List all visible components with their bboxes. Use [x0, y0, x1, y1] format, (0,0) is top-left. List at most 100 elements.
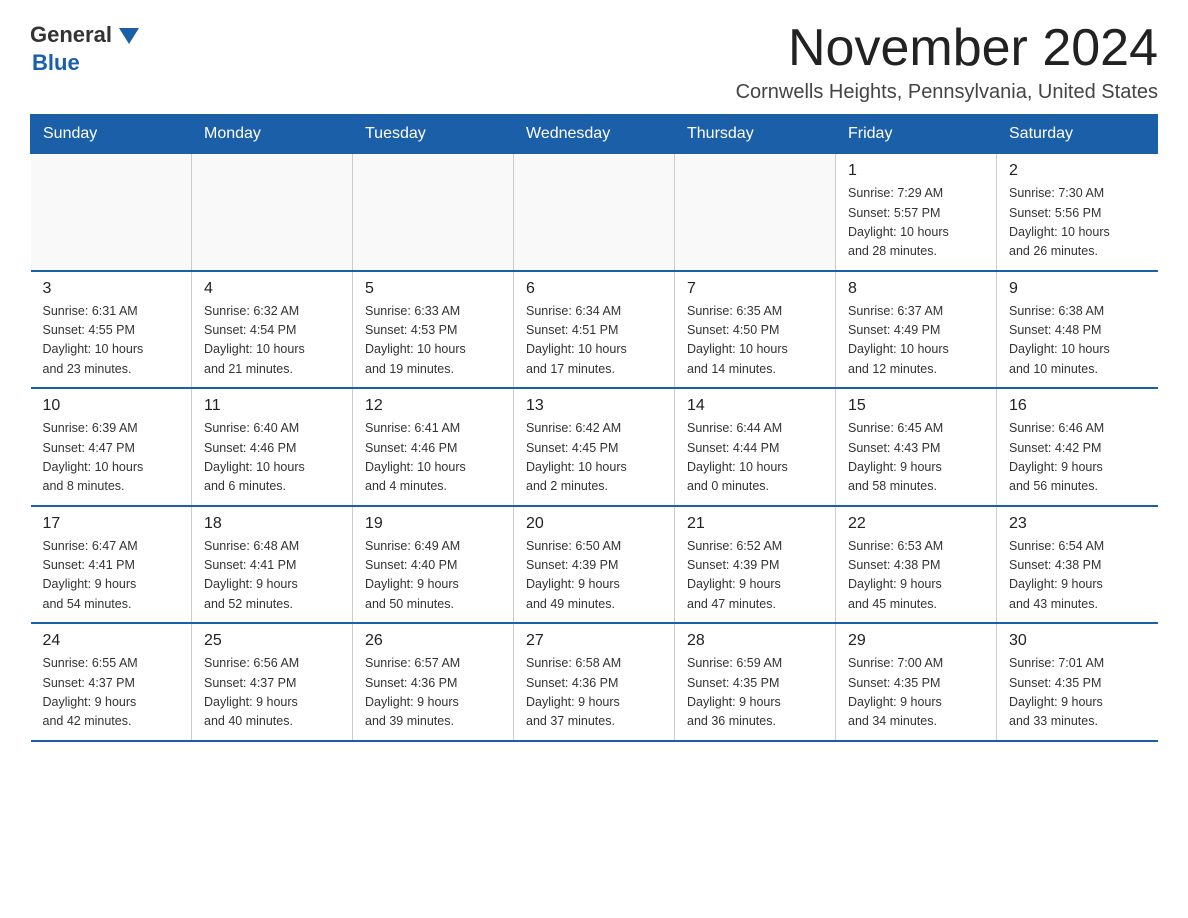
day-info: Sunrise: 7:29 AM Sunset: 5:57 PM Dayligh… [848, 184, 984, 262]
month-title: November 2024 [736, 20, 1158, 77]
day-info: Sunrise: 6:50 AM Sunset: 4:39 PM Dayligh… [526, 537, 662, 615]
calendar-week-row: 10 Sunrise: 6:39 AM Sunset: 4:47 PM Dayli… [31, 388, 1158, 506]
day-number: 30 [1009, 632, 1146, 650]
calendar-cell: 20 Sunrise: 6:50 AM Sunset: 4:39 PM Dayli… [514, 506, 675, 624]
day-number: 12 [365, 397, 501, 415]
calendar-cell: 15Sunrise: 6:45 AM Sunset: 4:43 PM Dayli… [836, 388, 997, 506]
location-text: Cornwells Heights, Pennsylvania, United … [736, 81, 1158, 104]
calendar-cell: 19Sunrise: 6:49 AM Sunset: 4:40 PM Dayli… [353, 506, 514, 624]
day-info: Sunrise: 6:37 AM Sunset: 4:49 PM Dayligh… [848, 302, 984, 380]
day-number: 7 [687, 280, 823, 298]
day-info: Sunrise: 6:47 AM Sunset: 4:41 PM Dayligh… [43, 537, 180, 615]
calendar-cell: 7Sunrise: 6:35 AM Sunset: 4:50 PM Daylig… [675, 271, 836, 389]
day-number: 28 [687, 632, 823, 650]
calendar-cell: 29Sunrise: 7:00 AM Sunset: 4:35 PM Dayli… [836, 623, 997, 741]
calendar-cell: 13 Sunrise: 6:42 AM Sunset: 4:45 PM Dayli… [514, 388, 675, 506]
calendar-cell: 8Sunrise: 6:37 AM Sunset: 4:49 PM Daylig… [836, 271, 997, 389]
day-number: 1 [848, 162, 984, 180]
calendar-cell: 17 Sunrise: 6:47 AM Sunset: 4:41 PM Dayli… [31, 506, 192, 624]
calendar-cell: 25 Sunrise: 6:56 AM Sunset: 4:37 PM Dayli… [192, 623, 353, 741]
calendar-header-tuesday: Tuesday [353, 115, 514, 154]
day-info: Sunrise: 6:32 AM Sunset: 4:54 PM Dayligh… [204, 302, 340, 380]
day-info: Sunrise: 6:44 AM Sunset: 4:44 PM Dayligh… [687, 419, 823, 497]
day-info: Sunrise: 6:48 AM Sunset: 4:41 PM Dayligh… [204, 537, 340, 615]
calendar-cell [514, 154, 675, 271]
calendar-cell: 2 Sunrise: 7:30 AM Sunset: 5:56 PM Daylig… [997, 154, 1158, 271]
day-info: Sunrise: 7:30 AM Sunset: 5:56 PM Dayligh… [1009, 184, 1146, 262]
day-info: Sunrise: 6:40 AM Sunset: 4:46 PM Dayligh… [204, 419, 340, 497]
day-info: Sunrise: 6:31 AM Sunset: 4:55 PM Dayligh… [43, 302, 180, 380]
day-number: 4 [204, 280, 340, 298]
day-info: Sunrise: 6:39 AM Sunset: 4:47 PM Dayligh… [43, 419, 180, 497]
day-number: 27 [526, 632, 662, 650]
calendar-header-friday: Friday [836, 115, 997, 154]
day-info: Sunrise: 6:56 AM Sunset: 4:37 PM Dayligh… [204, 654, 340, 732]
calendar-cell: 21 Sunrise: 6:52 AM Sunset: 4:39 PM Dayli… [675, 506, 836, 624]
day-number: 25 [204, 632, 340, 650]
day-info: Sunrise: 6:38 AM Sunset: 4:48 PM Dayligh… [1009, 302, 1146, 380]
calendar-header-sunday: Sunday [31, 115, 192, 154]
logo-blue-text: Blue [32, 50, 80, 76]
calendar-header-thursday: Thursday [675, 115, 836, 154]
day-number: 17 [43, 515, 180, 533]
calendar-cell [31, 154, 192, 271]
calendar-cell [675, 154, 836, 271]
calendar-cell: 9Sunrise: 6:38 AM Sunset: 4:48 PM Daylig… [997, 271, 1158, 389]
day-number: 16 [1009, 397, 1146, 415]
calendar-cell: 3 Sunrise: 6:31 AM Sunset: 4:55 PM Daylig… [31, 271, 192, 389]
day-number: 26 [365, 632, 501, 650]
day-info: Sunrise: 6:34 AM Sunset: 4:51 PM Dayligh… [526, 302, 662, 380]
day-info: Sunrise: 6:55 AM Sunset: 4:37 PM Dayligh… [43, 654, 180, 732]
day-number: 18 [204, 515, 340, 533]
day-number: 24 [43, 632, 180, 650]
logo-general-text: General [30, 22, 112, 48]
day-info: Sunrise: 6:58 AM Sunset: 4:36 PM Dayligh… [526, 654, 662, 732]
calendar-cell: 12 Sunrise: 6:41 AM Sunset: 4:46 PM Dayli… [353, 388, 514, 506]
calendar-cell: 11 Sunrise: 6:40 AM Sunset: 4:46 PM Dayli… [192, 388, 353, 506]
day-number: 21 [687, 515, 823, 533]
calendar-cell: 4 Sunrise: 6:32 AM Sunset: 4:54 PM Daylig… [192, 271, 353, 389]
day-info: Sunrise: 6:41 AM Sunset: 4:46 PM Dayligh… [365, 419, 501, 497]
calendar-cell: 6 Sunrise: 6:34 AM Sunset: 4:51 PM Daylig… [514, 271, 675, 389]
day-info: Sunrise: 6:46 AM Sunset: 4:42 PM Dayligh… [1009, 419, 1146, 497]
day-info: Sunrise: 6:54 AM Sunset: 4:38 PM Dayligh… [1009, 537, 1146, 615]
day-number: 22 [848, 515, 984, 533]
logo: General Blue [30, 20, 144, 76]
calendar-cell: 22 Sunrise: 6:53 AM Sunset: 4:38 PM Dayli… [836, 506, 997, 624]
day-number: 10 [43, 397, 180, 415]
day-number: 19 [365, 515, 501, 533]
day-number: 13 [526, 397, 662, 415]
day-info: Sunrise: 6:33 AM Sunset: 4:53 PM Dayligh… [365, 302, 501, 380]
day-number: 20 [526, 515, 662, 533]
page-header: General Blue November 2024 Cornwells Hei… [30, 20, 1158, 104]
day-number: 11 [204, 397, 340, 415]
calendar-header-wednesday: Wednesday [514, 115, 675, 154]
calendar-header-row: SundayMondayTuesdayWednesdayThursdayFrid… [31, 115, 1158, 154]
calendar-week-row: 17 Sunrise: 6:47 AM Sunset: 4:41 PM Dayli… [31, 506, 1158, 624]
day-info: Sunrise: 7:01 AM Sunset: 4:35 PM Dayligh… [1009, 654, 1146, 732]
calendar-cell: 30 Sunrise: 7:01 AM Sunset: 4:35 PM Dayli… [997, 623, 1158, 741]
day-info: Sunrise: 6:42 AM Sunset: 4:45 PM Dayligh… [526, 419, 662, 497]
calendar-header-saturday: Saturday [997, 115, 1158, 154]
calendar-cell [353, 154, 514, 271]
calendar-table: SundayMondayTuesdayWednesdayThursdayFrid… [30, 114, 1158, 742]
day-number: 5 [365, 280, 501, 298]
calendar-week-row: 1 Sunrise: 7:29 AM Sunset: 5:57 PM Daylig… [31, 154, 1158, 271]
day-number: 23 [1009, 515, 1146, 533]
calendar-cell: 1 Sunrise: 7:29 AM Sunset: 5:57 PM Daylig… [836, 154, 997, 271]
logo-triangle-icon [114, 20, 144, 50]
title-section: November 2024 Cornwells Heights, Pennsyl… [736, 20, 1158, 104]
day-info: Sunrise: 6:52 AM Sunset: 4:39 PM Dayligh… [687, 537, 823, 615]
calendar-cell: 24 Sunrise: 6:55 AM Sunset: 4:37 PM Dayli… [31, 623, 192, 741]
day-info: Sunrise: 6:59 AM Sunset: 4:35 PM Dayligh… [687, 654, 823, 732]
calendar-week-row: 24 Sunrise: 6:55 AM Sunset: 4:37 PM Dayli… [31, 623, 1158, 741]
day-info: Sunrise: 6:45 AM Sunset: 4:43 PM Dayligh… [848, 419, 984, 497]
calendar-cell: 10 Sunrise: 6:39 AM Sunset: 4:47 PM Dayli… [31, 388, 192, 506]
day-info: Sunrise: 6:53 AM Sunset: 4:38 PM Dayligh… [848, 537, 984, 615]
calendar-week-row: 3 Sunrise: 6:31 AM Sunset: 4:55 PM Daylig… [31, 271, 1158, 389]
day-number: 2 [1009, 162, 1146, 180]
calendar-cell: 16 Sunrise: 6:46 AM Sunset: 4:42 PM Dayli… [997, 388, 1158, 506]
day-number: 3 [43, 280, 180, 298]
calendar-cell: 14Sunrise: 6:44 AM Sunset: 4:44 PM Dayli… [675, 388, 836, 506]
day-number: 6 [526, 280, 662, 298]
